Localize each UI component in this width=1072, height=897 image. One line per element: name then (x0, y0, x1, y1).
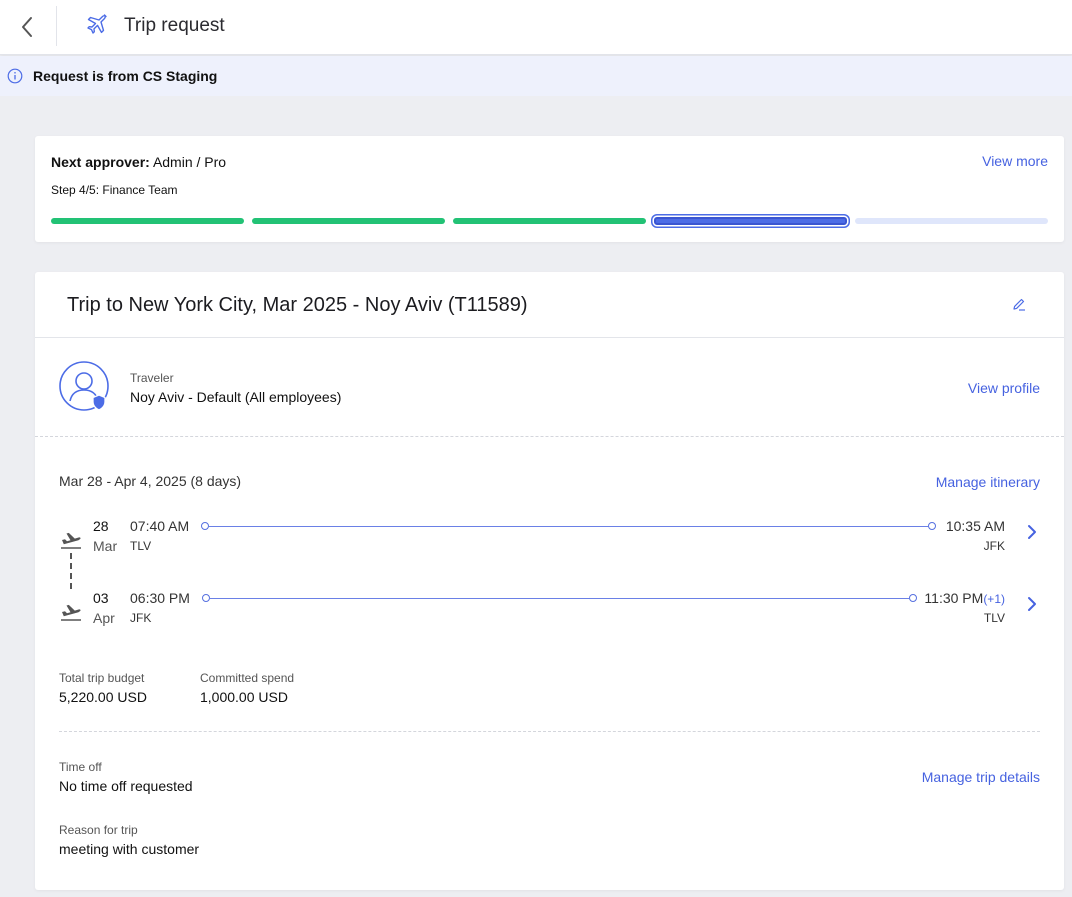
chevron-left-icon[interactable] (20, 16, 34, 38)
arrival-time: 10:35 AM (946, 518, 1005, 534)
route-line (210, 598, 909, 599)
divider (35, 436, 1064, 437)
divider (59, 731, 1040, 732)
arrival-airport: TLV (983, 611, 1005, 625)
arrival-time: 11:30 PM(+1) (924, 590, 1005, 606)
flight-month: Mar (93, 538, 118, 554)
flight-month: Apr (93, 610, 115, 626)
back-button[interactable] (12, 12, 42, 42)
arrival-time-text: 11:30 PM (924, 590, 984, 606)
progress-segment-todo (855, 218, 1048, 224)
progress-segment-current (654, 217, 847, 225)
page-title: Trip request (124, 15, 225, 36)
route-start-dot (201, 522, 209, 530)
route-end-dot (909, 594, 917, 602)
manage-trip-details-link[interactable]: Manage trip details (922, 769, 1040, 785)
flight-day: 28 (93, 518, 109, 534)
header-divider (56, 6, 57, 46)
banner-text: Request is from CS Staging (33, 68, 218, 84)
edit-pencil-icon[interactable] (1012, 297, 1026, 311)
flight-connector (70, 553, 72, 589)
route-start-dot (202, 594, 210, 602)
reason-value: meeting with customer (59, 841, 200, 857)
divider (35, 337, 1064, 338)
arrival-time-text: 10:35 AM (945, 518, 1005, 534)
flight-row[interactable]: 28 Mar 07:40 AM TLV 10:35 AM JFK (35, 518, 1064, 564)
info-banner: Request is from CS Staging (0, 56, 1072, 96)
trip-dates: Mar 28 - Apr 4, 2025 (8 days) (59, 473, 242, 489)
info-icon (7, 68, 23, 84)
departure-time: 06:30 PM (130, 590, 190, 606)
airplane-departure-icon (61, 604, 81, 621)
progress-segment-done (453, 218, 646, 224)
reason-label: Reason for trip (59, 823, 138, 837)
route-line (209, 526, 928, 527)
total-budget-value: 5,220.00 USD (59, 689, 147, 705)
committed-spend-value: 1,000.00 USD (200, 689, 288, 705)
traveler-avatar-icon (59, 361, 109, 411)
time-off-value: No time off requested (59, 778, 193, 794)
trip-card: Trip to New York City, Mar 2025 - Noy Av… (35, 272, 1064, 890)
chevron-right-icon[interactable] (1026, 596, 1038, 612)
committed-spend-label: Committed spend (200, 671, 295, 685)
traveler-name: Noy Aviv - Default (All employees) (130, 389, 342, 405)
departure-airport: TLV (130, 539, 152, 553)
approval-card: Next approver: Admin / Pro Step 4/5: Fin… (35, 136, 1064, 242)
arrival-day-offset: (+1) (983, 592, 1005, 606)
approval-step: Step 4/5: Finance Team (51, 183, 178, 197)
manage-itinerary-link[interactable]: Manage itinerary (936, 474, 1040, 490)
total-budget-label: Total trip budget (59, 671, 145, 685)
route-end-dot (928, 522, 936, 530)
progress-segment-done (252, 218, 445, 224)
flight-row[interactable]: 03 Apr 06:30 PM JFK 11:30 PM(+1) TLV (35, 590, 1064, 636)
airplane-departure-icon (61, 532, 81, 549)
top-bar: Trip request (0, 0, 1072, 55)
trip-title: Trip to New York City, Mar 2025 - Noy Av… (67, 294, 528, 316)
flight-day: 03 (93, 590, 109, 606)
arrival-airport: JFK (983, 539, 1005, 553)
progress-segment-done (51, 218, 244, 224)
departure-time: 07:40 AM (130, 518, 190, 534)
time-off-label: Time off (59, 760, 102, 774)
traveler-label: Traveler (130, 371, 174, 385)
airplane-icon (87, 14, 107, 34)
view-profile-link[interactable]: View profile (968, 380, 1040, 396)
view-more-link[interactable]: View more (982, 153, 1048, 169)
next-approver-label: Next approver: (51, 154, 150, 170)
departure-airport: JFK (130, 611, 152, 625)
next-approver: Next approver: Admin / Pro (51, 154, 226, 170)
next-approver-value: Admin / Pro (152, 154, 227, 170)
approval-progress-bar (51, 215, 1048, 227)
chevron-right-icon[interactable] (1026, 524, 1038, 540)
